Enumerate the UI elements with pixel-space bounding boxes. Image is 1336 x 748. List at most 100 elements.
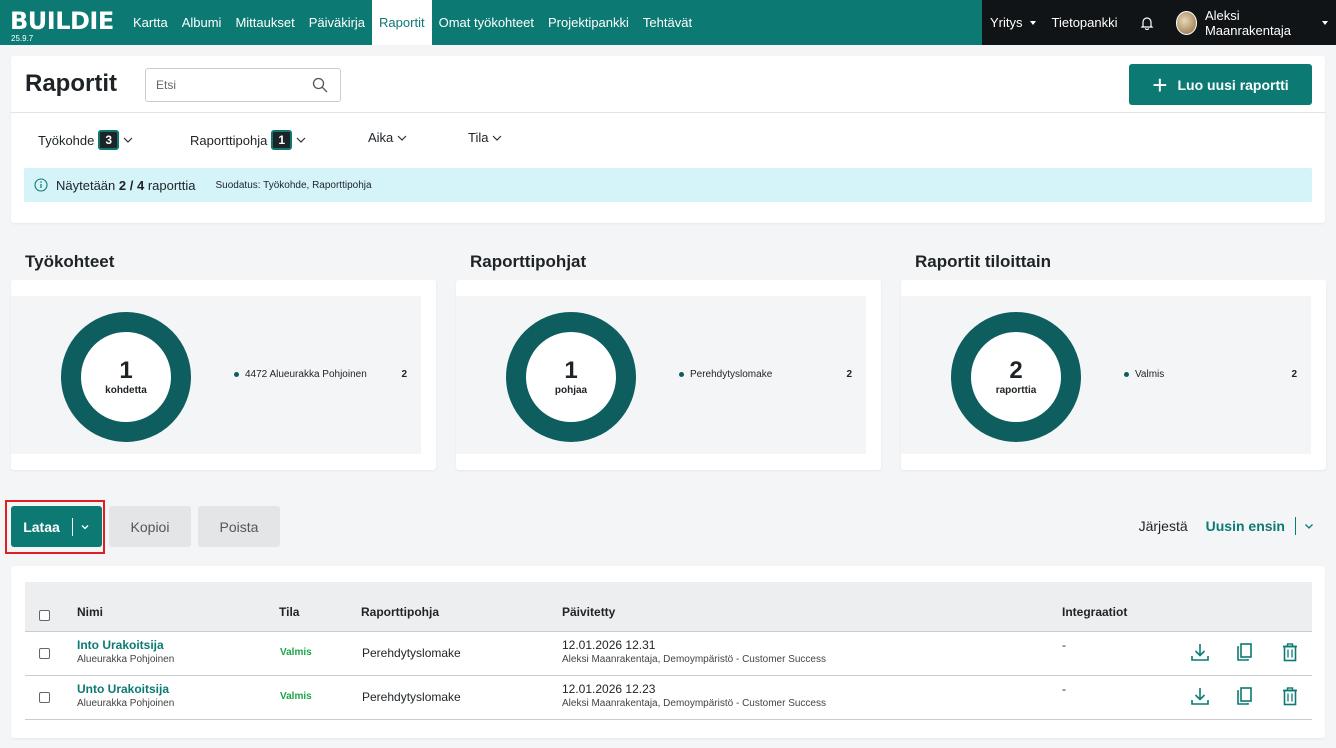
delete-button[interactable]: Poista [198,506,280,547]
copy-button[interactable]: Kopioi [109,506,191,547]
report-site: Alueurakka Pohjoinen [77,698,175,709]
reports-table: Nimi Tila Raporttipohja Päivitetty Integ… [11,566,1325,738]
avatar [1175,10,1197,35]
logo-text: BUILDIE [10,7,114,35]
plus-icon: + [1152,69,1168,100]
nav-item-kartta[interactable]: Kartta [126,0,175,45]
select-all-checkbox[interactable] [39,610,50,621]
knowledge-base-link[interactable]: Tietopankki [1044,15,1126,30]
button-divider [71,517,73,536]
search-input[interactable] [156,78,306,92]
bell-icon [1140,16,1153,30]
report-site: Alueurakka Pohjoinen [77,654,175,665]
donut-chart: 1 pohjaa [506,312,636,442]
table-header: Nimi Tila Raporttipohja Päivitetty Integ… [25,582,1312,632]
stat-card-raporttipohjat: 1 pohjaa Perehdytyslomake 2 [456,280,881,470]
updated-date: 12.01.2026 12.31 [562,638,656,652]
top-right-menu: Yritys Tietopankki Aleksi Maanrakentaja [982,0,1336,45]
trash-icon[interactable] [1280,686,1300,706]
section-title-tyokohteet: Työkohteet [25,252,115,271]
legend-label: 4472 Alueurakka Pohjoinen [245,369,367,380]
column-header-status[interactable]: Tila [279,605,299,619]
create-report-button[interactable]: + Luo uusi raportti [1129,64,1312,105]
filter-bar: Työkohde 3 Raporttipohja 1 Aika Tila [11,130,711,152]
legend-item: Perehdytyslomake [679,369,772,380]
filter-tyokohde[interactable]: Työkohde 3 [38,130,133,150]
nav-item-mittaukset[interactable]: Mittaukset [228,0,301,45]
download-icon[interactable] [1190,642,1210,662]
row-checkbox[interactable] [39,648,50,659]
column-header-template[interactable]: Raporttipohja [361,605,439,619]
download-button[interactable]: Lataa [11,506,102,547]
stat-card-body: 1 pohjaa Perehdytyslomake 2 [456,296,866,454]
copy-icon[interactable] [1235,642,1255,662]
donut-number: 2 [1009,356,1023,384]
report-template: Perehdytyslomake [362,646,461,660]
trash-icon[interactable] [1280,642,1300,662]
stat-card-body: 2 raporttia Valmis 2 [901,296,1311,454]
nav-item-omat-tyokohteet[interactable]: Omat työkohteet [432,0,541,45]
legend-label: Perehdytyslomake [690,369,773,380]
legend-item: Valmis [1124,369,1164,380]
filter-aika[interactable]: Aika [368,130,407,145]
legend-count: 2 [401,369,407,380]
stat-card-raportit-tiloittain: 2 raporttia Valmis 2 [901,280,1326,470]
chevron-down-icon [296,137,306,143]
version-label: 25.9.7 [11,34,34,43]
download-icon[interactable] [1190,686,1210,706]
notifications-button[interactable] [1126,16,1168,30]
section-title-raportit-tiloittain: Raportit tiloittain [915,252,1051,271]
filter-label: Työkohde [38,132,95,148]
nav-item-albumi[interactable]: Albumi [175,0,229,45]
section-title-raporttipohjat: Raporttipohjat [470,252,587,271]
filter-tila[interactable]: Tila [468,130,502,145]
sort-control: Järjestä Uusin ensin [1139,517,1314,535]
user-menu[interactable]: Aleksi Maanrakentaja [1168,8,1336,38]
filter-label: Aika [368,130,394,145]
column-header-integrations[interactable]: Integraatiot [1062,605,1127,619]
legend-dot [679,372,684,377]
top-navigation-bar: BUILDIE 25.9.7 Kartta Albumi Mittaukset … [0,0,1336,45]
legend-count: 2 [846,369,852,380]
column-header-name[interactable]: Nimi [77,605,103,619]
stat-card-body: 1 kohdetta 4472 Alueurakka Pohjoinen 2 [11,296,421,454]
legend-item: 4472 Alueurakka Pohjoinen [234,369,367,380]
create-report-label: Luo uusi raportti [1177,76,1289,93]
buildie-logo[interactable]: BUILDIE 25.9.7 [0,0,126,45]
nav-item-raportit[interactable]: Raportit [372,0,432,45]
chevron-down-icon [397,135,407,141]
nav-item-tehtavat[interactable]: Tehtävät [636,0,699,45]
page-title: Raportit [25,70,117,97]
company-menu-label: Yritys [990,15,1023,30]
nav-item-paivakirja[interactable]: Päiväkirja [302,0,372,45]
copy-icon[interactable] [1235,686,1255,706]
divider [11,112,1325,113]
sort-select[interactable]: Uusin ensin [1206,518,1285,534]
report-name-link[interactable]: Into Urakoitsija [77,638,174,652]
donut-number: 1 [564,356,578,384]
updated-by: Aleksi Maanrakentaja, Demoympäristö - Cu… [562,698,826,709]
download-label: Lataa [23,518,60,535]
sort-label: Järjestä [1138,518,1188,534]
search-icon[interactable] [312,77,328,93]
divider [1295,517,1296,535]
status-badge: Valmis [280,691,312,702]
legend-dot [234,372,239,377]
knowledge-base-label: Tietopankki [1051,15,1118,30]
filter-count-badge: 1 [271,130,293,150]
filter-note: Suodatus: Työkohde, Raporttipohja [215,179,372,191]
report-name-link[interactable]: Unto Urakoitsija [77,682,174,696]
updated-by: Aleksi Maanrakentaja, Demoympäristö - Cu… [562,654,826,665]
table-row[interactable]: Unto Urakoitsija Alueurakka Pohjoinen Va… [25,676,1312,720]
chevron-down-icon[interactable] [80,522,90,532]
row-checkbox[interactable] [39,692,50,703]
company-menu[interactable]: Yritys [982,15,1044,30]
table-row[interactable]: Into Urakoitsija Alueurakka Pohjoinen Va… [25,632,1312,676]
filter-raporttipohja[interactable]: Raporttipohja 1 [190,130,306,150]
donut-number: 1 [119,356,133,384]
nav-item-projektipankki[interactable]: Projektipankki [541,0,636,45]
column-header-updated[interactable]: Päivitetty [562,605,615,619]
donut-unit: kohdetta [105,384,147,396]
integrations-value: - [1062,682,1066,696]
chevron-down-icon[interactable] [1304,521,1314,531]
